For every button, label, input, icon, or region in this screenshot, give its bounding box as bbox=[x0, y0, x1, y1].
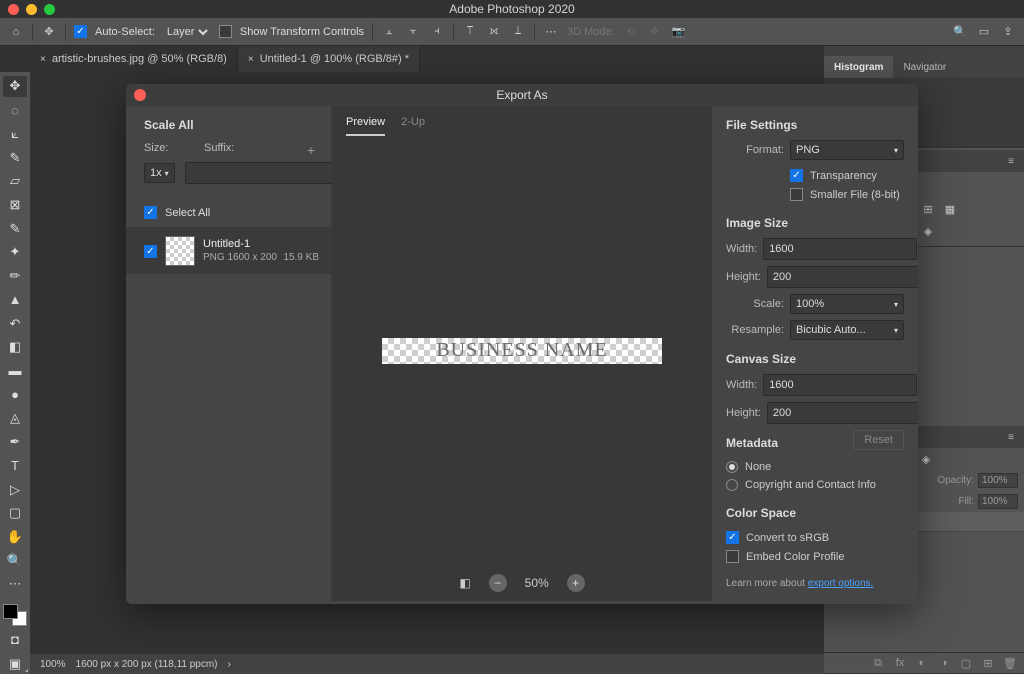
convert-srgb-checkbox[interactable] bbox=[726, 531, 739, 544]
add-size-button[interactable]: + bbox=[303, 142, 319, 158]
scale-suffix-input[interactable] bbox=[185, 162, 339, 184]
select-all-label: Select All bbox=[165, 207, 210, 219]
dialog-overlay: Export As Scale All Size: Suffix: + 1x▾ … bbox=[0, 0, 1024, 674]
export-settings-panel: File Settings Format: PNG▾ Transparency … bbox=[712, 106, 918, 601]
canvas-height-input[interactable] bbox=[767, 402, 918, 424]
preview-zoom-value: 50% bbox=[525, 576, 549, 590]
file-settings-heading: File Settings bbox=[726, 118, 904, 132]
asset-checkbox[interactable] bbox=[144, 245, 157, 258]
dialog-titlebar: Export As bbox=[126, 84, 918, 106]
asset-format: PNG 1600 x 200 bbox=[203, 252, 277, 263]
export-options-link[interactable]: export options. bbox=[808, 578, 874, 589]
canvas-height-label: Height: bbox=[726, 407, 761, 419]
select-all-checkbox[interactable] bbox=[144, 206, 157, 219]
window-traffic-lights[interactable] bbox=[8, 4, 55, 15]
close-window-icon[interactable] bbox=[8, 4, 19, 15]
scale-label: Scale: bbox=[726, 298, 784, 310]
dialog-button-row: Cancel Export bbox=[126, 601, 918, 604]
dialog-title: Export As bbox=[496, 88, 547, 102]
zoom-out-button[interactable]: − bbox=[489, 574, 507, 592]
minimize-window-icon[interactable] bbox=[26, 4, 37, 15]
export-as-dialog: Export As Scale All Size: Suffix: + 1x▾ … bbox=[126, 84, 918, 604]
transparency-label: Transparency bbox=[810, 170, 877, 182]
zoom-in-button[interactable]: + bbox=[567, 574, 585, 592]
transparency-checkbox[interactable] bbox=[790, 169, 803, 182]
canvas-width-label: Width: bbox=[726, 379, 757, 391]
export-left-panel: Scale All Size: Suffix: + 1x▾ 🗑 Select A… bbox=[126, 106, 332, 601]
suffix-header-label: Suffix: bbox=[204, 142, 293, 158]
scale-size-dropdown[interactable]: 1x▾ bbox=[144, 163, 175, 183]
color-space-heading: Color Space bbox=[726, 506, 904, 520]
image-height-input[interactable] bbox=[767, 266, 918, 288]
smaller-file-checkbox[interactable] bbox=[790, 188, 803, 201]
preview-canvas: BUSINESS NAME bbox=[332, 136, 712, 565]
zoom-window-icon[interactable] bbox=[44, 4, 55, 15]
metadata-none-label: None bbox=[745, 461, 771, 473]
image-size-heading: Image Size bbox=[726, 216, 904, 230]
asset-thumbnail bbox=[165, 236, 195, 266]
format-label: Format: bbox=[726, 144, 784, 156]
convert-srgb-label: Convert to sRGB bbox=[746, 532, 829, 544]
format-dropdown[interactable]: PNG▾ bbox=[790, 140, 904, 160]
scale-all-label: Scale All bbox=[144, 118, 319, 132]
metadata-copyright-label: Copyright and Contact Info bbox=[745, 479, 876, 491]
image-width-input[interactable] bbox=[763, 238, 917, 260]
asset-row[interactable]: Untitled-1 PNG 1600 x 200 15.9 KB bbox=[126, 228, 331, 274]
embed-profile-label: Embed Color Profile bbox=[746, 551, 844, 563]
width-label: Width: bbox=[726, 243, 757, 255]
preview-artboard: BUSINESS NAME bbox=[382, 338, 662, 364]
learn-more-text: Learn more about bbox=[726, 578, 808, 589]
preview-tab[interactable]: Preview bbox=[346, 116, 385, 136]
metadata-none-radio[interactable] bbox=[726, 461, 738, 473]
asset-filesize: 15.9 KB bbox=[283, 251, 319, 265]
canvas-size-heading: Canvas Size bbox=[726, 352, 904, 366]
smaller-file-label: Smaller File (8-bit) bbox=[810, 189, 900, 201]
export-preview-panel: Preview 2-Up BUSINESS NAME ◧ − 50% + bbox=[332, 106, 712, 601]
asset-name: Untitled-1 bbox=[203, 237, 319, 251]
dialog-close-icon[interactable] bbox=[134, 89, 146, 101]
reset-button[interactable]: Reset bbox=[853, 430, 904, 450]
resample-dropdown[interactable]: Bicubic Auto...▾ bbox=[790, 320, 904, 340]
twoup-tab[interactable]: 2-Up bbox=[401, 116, 425, 136]
height-label: Height: bbox=[726, 271, 761, 283]
embed-profile-checkbox[interactable] bbox=[726, 550, 739, 563]
size-header-label: Size: bbox=[144, 142, 194, 158]
metadata-copyright-radio[interactable] bbox=[726, 479, 738, 491]
fit-screen-icon[interactable]: ◧ bbox=[459, 576, 470, 590]
resample-label: Resample: bbox=[726, 324, 784, 336]
preview-text: BUSINESS NAME bbox=[436, 339, 607, 362]
scale-dropdown[interactable]: 100%▾ bbox=[790, 294, 904, 314]
canvas-width-input[interactable] bbox=[763, 374, 917, 396]
